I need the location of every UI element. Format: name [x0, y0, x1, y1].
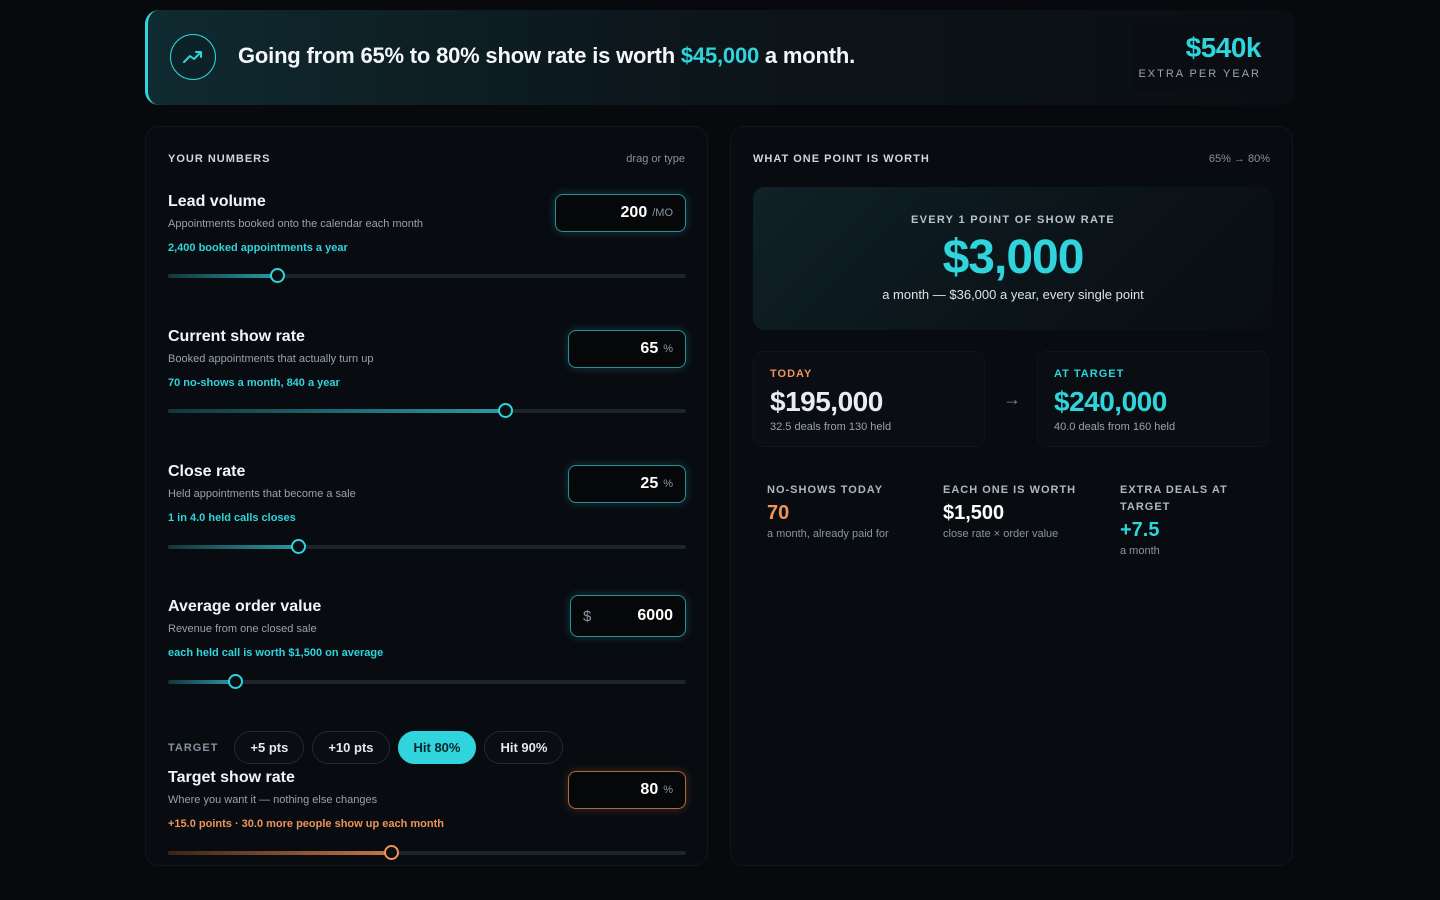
target-show-rate-field: Target show rate Where you want it — not…: [168, 769, 688, 860]
slider-thumb[interactable]: [228, 674, 244, 689]
today-label: TODAY: [770, 368, 813, 380]
slider-fill: [168, 680, 236, 684]
input-value: 80: [640, 781, 659, 798]
stat-sub: a month, already paid for: [767, 528, 889, 540]
slider-fill: [168, 545, 298, 549]
today-sub: 32.5 deals from 130 held: [770, 421, 892, 433]
target-show-rate-input[interactable]: 80%: [568, 771, 686, 809]
stat-label: EACH ONE IS WORTH: [943, 484, 1077, 496]
today-value: $195,000: [770, 386, 883, 417]
average-order-value-input[interactable]: $6000: [570, 595, 686, 637]
today-card: TODAY $195,000 32.5 deals from 130 held: [753, 351, 985, 447]
preset-plus-5-button[interactable]: +5 pts: [234, 731, 305, 764]
close-rate-input[interactable]: 25%: [568, 465, 686, 503]
input-value: 200: [620, 204, 648, 221]
slider-thumb[interactable]: [383, 845, 399, 860]
slider-fill: [168, 851, 391, 855]
average-order-value-slider[interactable]: [168, 674, 686, 689]
field-note: 70 no-shows a month, 840 a year: [168, 377, 340, 389]
at-target-label: AT TARGET: [1054, 368, 1125, 380]
preset-hit-90-button[interactable]: Hit 90%: [484, 731, 564, 764]
results-panel: WHAT ONE POINT IS WORTH 65% → 80% EVERY …: [730, 126, 1293, 866]
input-unit: %: [663, 784, 673, 796]
input-value: 25: [640, 475, 659, 492]
lead-volume-slider[interactable]: [168, 268, 686, 283]
slider-thumb[interactable]: [290, 539, 306, 554]
stat-sub: a month: [1120, 545, 1160, 557]
at-target-value: $240,000: [1054, 386, 1167, 417]
inputs-panel: YOUR NUMBERS drag or type Lead volume Ap…: [145, 126, 708, 866]
results-range: 65% → 80%: [1208, 153, 1270, 165]
target-show-rate-slider[interactable]: [168, 845, 686, 860]
annual-extra-value: $540k: [1185, 32, 1262, 63]
input-value: 65: [640, 340, 659, 357]
lead-volume-input[interactable]: 200/MO: [555, 194, 686, 232]
close-rate-field: Close rate Held appointments that become…: [168, 463, 688, 554]
results-header: WHAT ONE POINT IS WORTH 65% → 80%: [753, 153, 1270, 165]
lead-volume-field: Lead volume Appointments booked onto the…: [168, 193, 688, 283]
input-unit: %: [663, 478, 673, 490]
banner-prefix: Going from 65% to 80% show rate is worth: [238, 43, 681, 68]
field-note: each held call is worth $1,500 on averag…: [168, 647, 384, 659]
at-target-sub: 40.0 deals from 160 held: [1054, 421, 1176, 433]
point-value-card: EVERY 1 POINT OF SHOW RATE $3,000 a mont…: [753, 187, 1273, 330]
field-note: 2,400 booked appointments a year: [168, 242, 348, 254]
annual-extra-label: EXTRA PER YEAR: [1138, 68, 1261, 80]
no-shows-stat: NO-SHOWS TODAY 70 a month, already paid …: [755, 470, 917, 564]
slider-fill: [168, 274, 277, 278]
savings-banner: Going from 65% to 80% show rate is worth…: [145, 10, 1295, 105]
target-label: TARGET: [168, 741, 219, 754]
close-rate-slider[interactable]: [168, 539, 686, 554]
field-note: +15.0 points · 30.0 more people show up …: [168, 818, 444, 830]
trending-up-icon: [170, 34, 216, 80]
at-target-card: AT TARGET $240,000 40.0 deals from 160 h…: [1037, 351, 1269, 447]
stat-value: +7.5: [1120, 519, 1160, 541]
banner-highlight: $45,000: [680, 43, 760, 68]
input-unit: %: [663, 343, 673, 355]
inputs-hint: drag or type: [626, 153, 685, 165]
stat-value: 70: [767, 502, 790, 524]
slider-thumb[interactable]: [269, 268, 285, 283]
dollar-prefix: $: [583, 607, 592, 625]
stat-sub: close rate × order value: [943, 528, 1059, 540]
stat-value: $1,500: [943, 502, 1005, 524]
slider-thumb[interactable]: [497, 403, 513, 418]
average-order-value-field: Average order value Revenue from one clo…: [168, 595, 688, 689]
slider-fill: [168, 409, 505, 413]
stat-label: NO-SHOWS TODAY: [767, 484, 884, 496]
point-value: $3,000: [942, 231, 1085, 284]
arrow-right-icon: →: [1003, 389, 1021, 409]
target-presets: TARGET +5 pts +10 pts Hit 80% Hit 90%: [168, 731, 571, 764]
banner-headline: Going from 65% to 80% show rate is worth…: [238, 43, 855, 69]
point-value-sub: a month — $36,000 a year, every single p…: [882, 287, 1144, 302]
inputs-header: YOUR NUMBERS drag or type: [168, 153, 685, 165]
results-title: WHAT ONE POINT IS WORTH: [753, 153, 930, 165]
banner-suffix: a month.: [759, 43, 855, 68]
current-show-rate-input[interactable]: 65%: [568, 330, 686, 368]
current-show-rate-slider[interactable]: [168, 403, 686, 418]
current-show-rate-field: Current show rate Booked appointments th…: [168, 328, 688, 418]
extra-deals-stat: EXTRA DEALS AT TARGET +7.5 a month: [1108, 470, 1270, 564]
input-value: 6000: [637, 607, 673, 624]
point-value-label: EVERY 1 POINT OF SHOW RATE: [910, 214, 1116, 226]
preset-plus-10-button[interactable]: +10 pts: [312, 731, 390, 764]
input-unit: /MO: [652, 207, 673, 219]
stat-label: EXTRA DEALS AT TARGET: [1120, 484, 1228, 513]
preset-hit-80-button[interactable]: Hit 80%: [397, 731, 477, 764]
inputs-title: YOUR NUMBERS: [168, 153, 271, 165]
field-note: 1 in 4.0 held calls closes: [168, 512, 296, 524]
annual-extra-badge: $540k EXTRA PER YEAR: [1130, 24, 1275, 90]
each-worth-stat: EACH ONE IS WORTH $1,500 close rate × or…: [931, 470, 1093, 564]
